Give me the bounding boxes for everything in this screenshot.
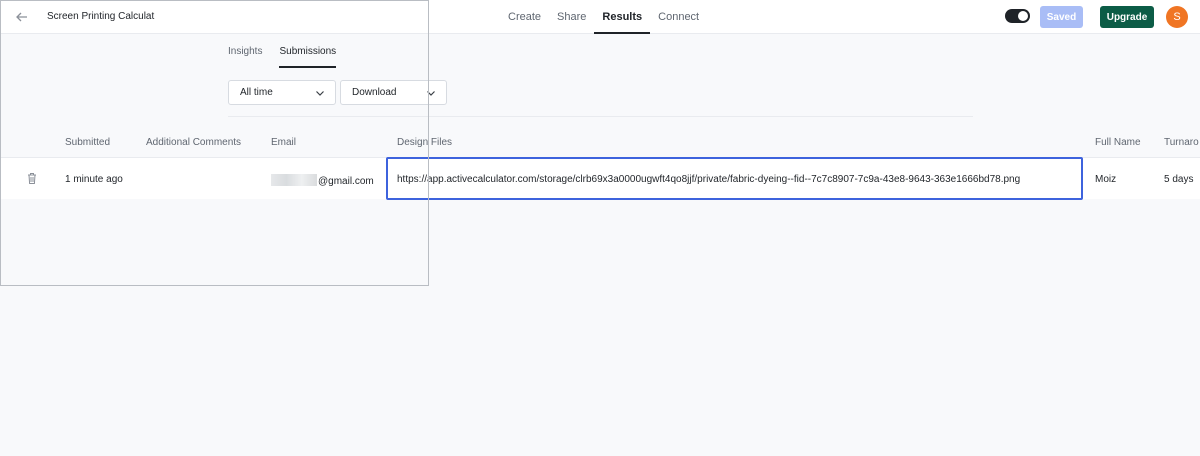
nav-connect[interactable]: Connect [650,0,707,34]
time-range-value: All time [240,87,273,98]
top-bar: Screen Printing Calculat Create Share Re… [0,0,1200,34]
column-header-email[interactable]: Email [271,137,296,148]
download-label: Download [352,87,397,98]
results-subtabs: Insights Submissions [228,34,353,68]
nav-share[interactable]: Share [549,0,594,34]
upgrade-button[interactable]: Upgrade [1100,6,1154,28]
column-header-design-files[interactable]: Design Files [397,137,452,148]
column-header-submitted[interactable]: Submitted [65,137,110,148]
selected-cell-outline [386,157,1083,200]
chevron-down-icon [315,88,325,98]
download-select[interactable]: Download [340,80,447,105]
redacted-email [271,174,317,186]
chevron-down-icon [426,88,436,98]
avatar[interactable]: S [1166,6,1188,28]
toggle-knob [1018,11,1028,21]
publish-toggle[interactable] [1005,9,1030,23]
column-header-turnaround[interactable]: Turnaro [1164,137,1199,148]
cell-email: @gmail.com [271,174,374,187]
column-header-comments[interactable]: Additional Comments [146,137,241,148]
tab-submissions[interactable]: Submissions [279,34,336,68]
tab-insights[interactable]: Insights [228,34,262,68]
calculator-title[interactable]: Screen Printing Calculat [47,11,159,22]
email-domain: @gmail.com [318,176,374,187]
column-header-full-name[interactable]: Full Name [1095,137,1141,148]
cell-submitted: 1 minute ago [65,174,123,185]
saved-button[interactable]: Saved [1040,6,1083,28]
cell-full-name: Moiz [1095,174,1117,185]
nav-create[interactable]: Create [500,0,549,34]
table-header: Submitted Additional Comments Email Desi… [0,133,1200,157]
filter-divider [228,116,973,117]
back-arrow-icon[interactable] [13,8,31,26]
main-nav: Create Share Results Connect [500,0,707,34]
cell-turnaround: 5 days [1164,174,1194,185]
time-range-select[interactable]: All time [228,80,336,105]
trash-icon[interactable] [26,172,38,185]
nav-results[interactable]: Results [594,0,650,34]
